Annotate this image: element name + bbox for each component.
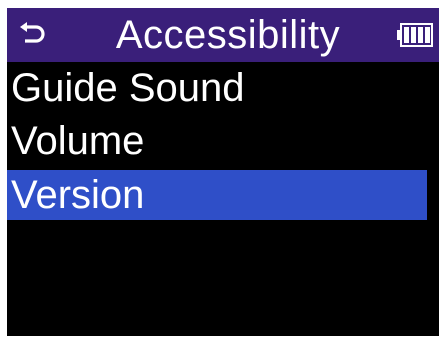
menu-item-version[interactable]: Version <box>7 170 427 220</box>
battery-icon <box>397 23 433 47</box>
return-arrow-icon <box>20 22 45 43</box>
back-button[interactable] <box>13 16 51 54</box>
menu-item-volume[interactable]: Volume <box>7 115 439 168</box>
page-title: Accessibility <box>115 13 341 57</box>
device-screen: Accessibility Guide Sound Volume Version <box>7 8 439 336</box>
menu-list: Guide Sound Volume Version <box>7 62 439 220</box>
menu-item-guide-sound[interactable]: Guide Sound <box>7 62 439 115</box>
header-bar: Accessibility <box>7 8 439 62</box>
